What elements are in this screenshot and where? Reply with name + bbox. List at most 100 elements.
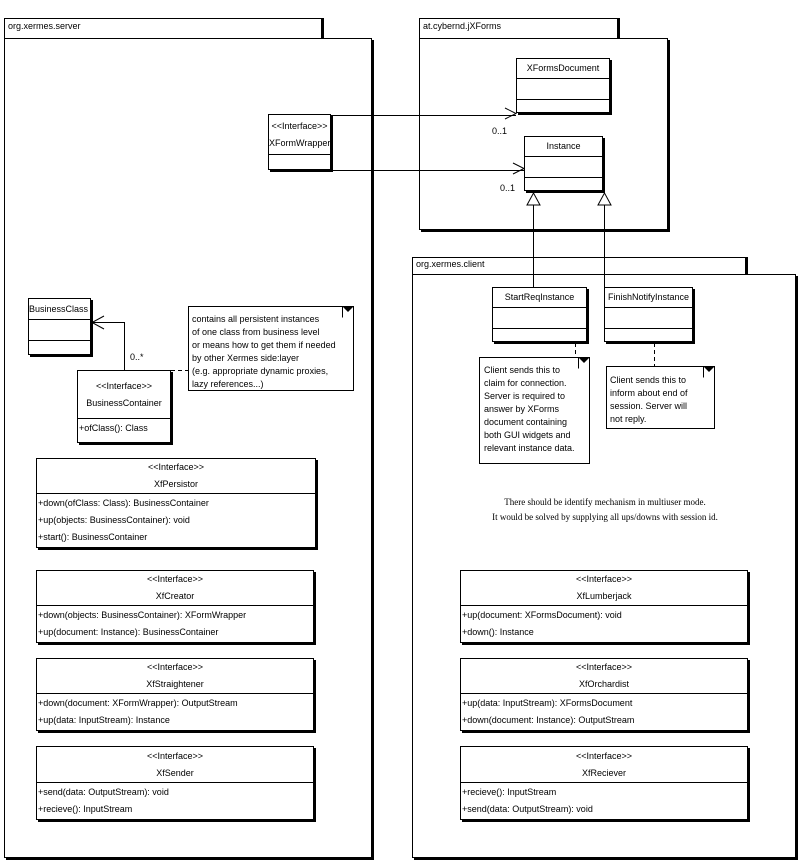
operation: +start(): BusinessContainer: [38, 532, 148, 542]
generalization-triangle-icon: [526, 191, 541, 206]
class-name: XfReciever: [581, 767, 626, 778]
class-name: XfStraightener: [146, 679, 204, 689]
class-name: FinishNotifyInstance: [607, 292, 690, 302]
note-line: not reply.: [610, 414, 647, 424]
class-businessclass[interactable]: BusinessClass: [28, 298, 91, 355]
operation: +down(document: XFormWrapper): OutputStr…: [38, 698, 238, 708]
note-line: contains all persistent instances: [192, 314, 320, 324]
note-business-container: contains all persistent instances of one …: [188, 306, 354, 391]
operation: +up(data: InputStream): XFormsDocument: [462, 698, 633, 708]
operations-compartment: [605, 329, 692, 341]
class-businesscontainer[interactable]: <<Interface>> BusinessContainer +ofClass(…: [77, 370, 171, 443]
operation: +recieve(): InputStream: [38, 804, 133, 814]
operations-compartment: [517, 100, 609, 112]
operations-compartment: +ofClass(): Class: [78, 419, 170, 442]
multiplicity-label: 0..*: [130, 352, 144, 362]
class-finishnotifyinstance[interactable]: FinishNotifyInstance: [604, 287, 693, 342]
operations-compartment: +up(data: InputStream): XFormsDocument +d…: [461, 694, 747, 730]
class-name: XfSender: [156, 767, 194, 778]
note-line: session. Server will: [610, 401, 688, 411]
class-xforchardist[interactable]: <<Interface>> XfOrchardist +up(data: Inpu…: [460, 658, 748, 731]
note-line: Client sends this to: [484, 365, 561, 375]
attributes-compartment: [605, 308, 692, 329]
note-startreq: Client sends this to claim for connection…: [479, 357, 590, 464]
operation: +send(data: OutputStream): void: [462, 804, 593, 814]
stereotype: <<Interface>>: [146, 574, 204, 584]
class-name: XfOrchardist: [578, 679, 629, 689]
stereotype: <<Interface>>: [271, 120, 328, 131]
operations-compartment: [493, 329, 586, 341]
note-line: both GUI widgets and: [484, 430, 571, 440]
class-name: XfPersistor: [153, 479, 198, 489]
note-line: answer by XForms: [484, 404, 560, 414]
operation: +down(): Instance: [462, 627, 534, 637]
note-finish: Client sends this to inform about end of s…: [606, 366, 715, 429]
class-name: XfCreator: [155, 591, 195, 601]
remark-line: It would be solved by supplying all ups/…: [492, 512, 718, 522]
stereotype: <<Interface>>: [575, 574, 633, 584]
attributes-compartment: [29, 320, 90, 341]
class-xfsender[interactable]: <<Interface>> XfSender +send(data: Output…: [36, 746, 314, 820]
multiuser-remark: There should be identify mechanism in mu…: [412, 495, 798, 525]
operations-compartment: +recieve(): InputStream +send(data: Outpu…: [461, 783, 747, 819]
note-line: Server is required to: [484, 391, 566, 401]
class-xfstraightener[interactable]: <<Interface>> XfStraightener +down(docume…: [36, 658, 314, 731]
stereotype: <<Interface>>: [95, 380, 153, 391]
note-line: inform about end of: [610, 388, 688, 398]
operation: +down(objects: BusinessContainer): XForm…: [38, 610, 247, 620]
attributes-compartment: [517, 79, 609, 100]
note-line: document containing: [484, 417, 568, 427]
class-instance[interactable]: Instance: [524, 136, 603, 191]
operation: +recieve(): InputStream: [462, 787, 557, 797]
class-name: XFormsDocument: [526, 63, 600, 73]
class-xflumberjack[interactable]: <<Interface>> XfLumberjack +up(document: …: [460, 570, 748, 643]
class-xformsdocument[interactable]: XFormsDocument: [516, 58, 610, 113]
operation: +up(objects: BusinessContainer): void: [38, 515, 190, 525]
class-name: BusinessContainer: [86, 397, 162, 408]
stereotype: <<Interface>>: [575, 750, 633, 761]
open-arrow-icon: [504, 107, 518, 120]
note-line: by other Xermes side:layer: [192, 353, 300, 363]
operation: +down(document: Instance): OutputStream: [462, 715, 635, 725]
class-name: StartReqInstance: [504, 292, 575, 302]
stereotype: <<Interface>>: [146, 750, 204, 761]
operations-compartment: +up(document: XFormsDocument): void +down…: [461, 606, 747, 642]
note-line: or means how to get them if needed: [192, 340, 336, 350]
operation: +ofClass(): Class: [79, 423, 148, 433]
class-name: BusinessClass: [29, 303, 89, 314]
attributes-compartment: [493, 308, 586, 329]
operation: +send(data: OutputStream): void: [38, 787, 169, 797]
stereotype: <<Interface>>: [575, 662, 633, 672]
operations-compartment: [525, 178, 602, 190]
note-line: (e.g. appropriate dynamic proxies,: [192, 366, 329, 376]
class-xformwrapper[interactable]: <<Interface>> XFormWrapper: [268, 114, 331, 170]
remark-line: There should be identify mechanism in mu…: [504, 497, 706, 507]
attributes-compartment: [269, 155, 330, 169]
note-line: relevant instance data.: [484, 443, 575, 453]
operation: +up(data: InputStream): Instance: [38, 715, 170, 725]
multiplicity-label: 0..1: [492, 126, 508, 136]
class-startreqinstance[interactable]: StartReqInstance: [492, 287, 587, 342]
operations-compartment: +send(data: OutputStream): void +recieve(…: [37, 783, 313, 819]
note-line: of one class from business level: [192, 327, 320, 337]
note-line: lazy references...): [192, 379, 264, 389]
note-line: claim for connection.: [484, 378, 567, 388]
note-line: Client sends this to: [610, 375, 687, 385]
operation: +up(document: Instance): BusinessContain…: [38, 627, 219, 637]
class-xfreciever[interactable]: <<Interface>> XfReciever +recieve(): Inpu…: [460, 746, 748, 820]
operations-compartment: +down(objects: BusinessContainer): XForm…: [37, 606, 313, 642]
open-arrow-icon: [512, 162, 526, 175]
stereotype: <<Interface>>: [146, 662, 204, 672]
operations-compartment: [29, 341, 90, 354]
association-line-business: [92, 322, 125, 370]
class-name: XFormWrapper: [269, 137, 331, 148]
generalization-lines: [533, 205, 605, 288]
attributes-compartment: [525, 157, 602, 178]
stereotype: <<Interface>>: [147, 462, 205, 472]
class-xfpersistor[interactable]: <<Interface>> XfPersistor +down(ofClass: …: [36, 458, 316, 548]
generalization-triangle-icon: [597, 191, 612, 206]
multiplicity-label: 0..1: [500, 183, 516, 193]
class-name: Instance: [546, 141, 581, 151]
class-name: XfLumberjack: [576, 591, 632, 601]
class-xfcreator[interactable]: <<Interface>> XfCreator +down(objects: Bu…: [36, 570, 314, 643]
